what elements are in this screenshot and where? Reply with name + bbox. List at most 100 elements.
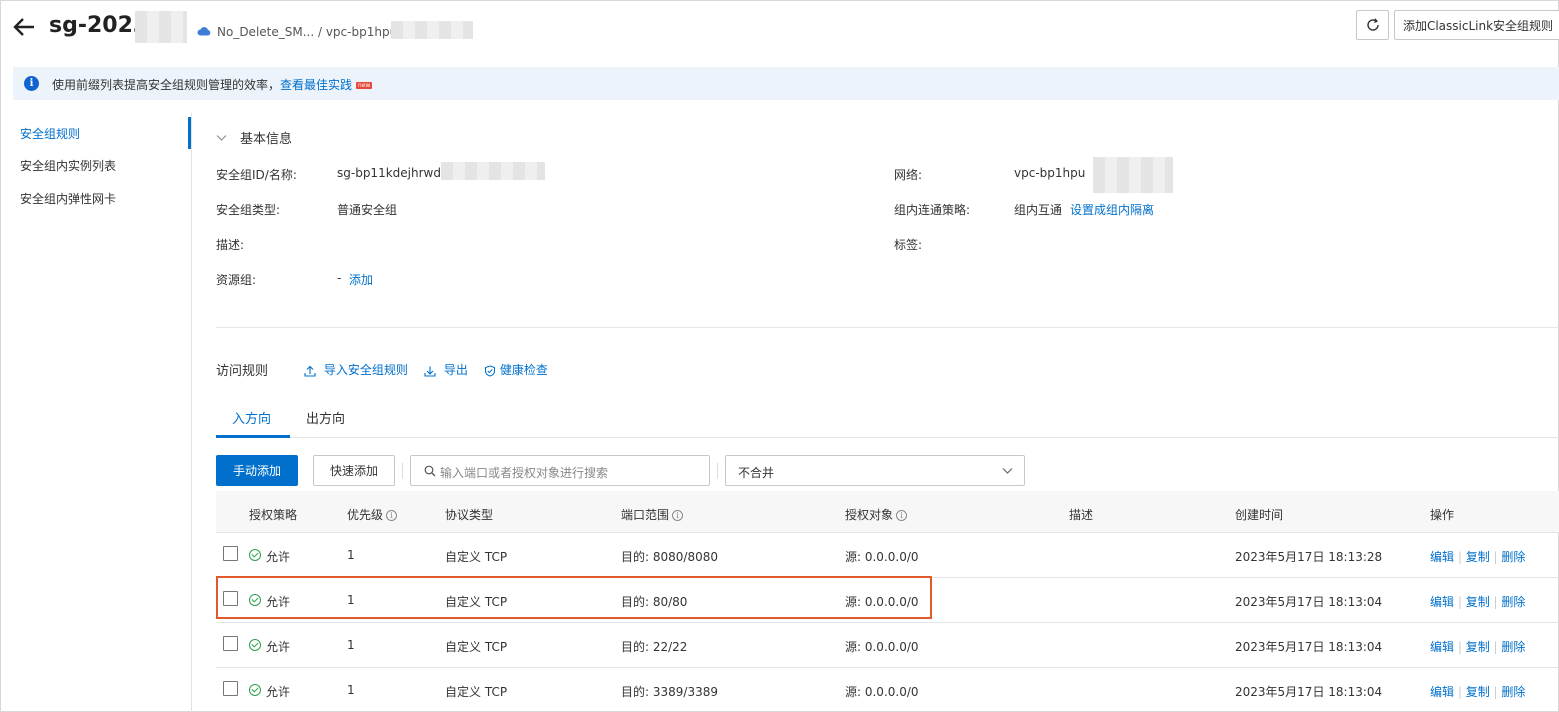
connectivity-policy-value: 组内互通 bbox=[1014, 203, 1063, 217]
column-header-created: 创建时间 bbox=[1235, 508, 1284, 522]
section-divider bbox=[216, 327, 1559, 328]
column-header-port-label: 端口范围 bbox=[621, 508, 670, 522]
network-label: 网络: bbox=[894, 168, 923, 182]
import-rules-link[interactable]: 导入安全组规则 bbox=[304, 361, 408, 378]
column-header-priority-label: 优先级 bbox=[347, 508, 384, 522]
sg-id-value: sg-bp11kdejhrwdib bbox=[337, 166, 452, 180]
row-protocol: 自定义 TCP bbox=[445, 685, 508, 699]
edit-link[interactable]: 编辑 bbox=[1430, 685, 1454, 699]
health-check-link[interactable]: 健康检查 bbox=[484, 361, 548, 378]
notice-message: 使用前缀列表提高安全组规则管理的效率， bbox=[52, 78, 281, 92]
health-check-label: 健康检查 bbox=[499, 363, 548, 377]
redacted-block bbox=[135, 11, 187, 43]
sg-id-label: 安全组ID/名称: bbox=[216, 168, 297, 182]
notice-text: 使用前缀列表提高安全组规则管理的效率，查看最佳实践 new bbox=[52, 76, 373, 93]
search-placeholder: 输入端口或者授权对象进行搜索 bbox=[440, 466, 609, 480]
info-icon[interactable]: i bbox=[672, 510, 684, 521]
vpc-breadcrumb[interactable]: No_Delete_SM... / vpc-bp1hpu2 bbox=[217, 25, 405, 39]
page-title: sg-2023 bbox=[49, 13, 149, 38]
row-port: 目的: 8080/8080 bbox=[621, 550, 718, 564]
row-protocol: 自定义 TCP bbox=[445, 550, 508, 564]
column-header-source: 授权对象 i bbox=[845, 506, 908, 523]
row-priority: 1 bbox=[347, 638, 355, 652]
copy-link[interactable]: 复制 bbox=[1466, 640, 1490, 654]
redacted-block bbox=[1093, 157, 1173, 193]
resource-group-add-link[interactable]: 添加 bbox=[349, 271, 373, 288]
sidebar-item-enis[interactable]: 安全组内弹性网卡 bbox=[20, 190, 116, 207]
search-input-box[interactable]: 输入端口或者授权对象进行搜索 bbox=[410, 455, 710, 486]
delete-link[interactable]: 删除 bbox=[1501, 550, 1525, 564]
sidebar-divider bbox=[191, 113, 192, 712]
shield-check-icon bbox=[485, 364, 495, 377]
edit-link[interactable]: 编辑 bbox=[1430, 640, 1454, 654]
delete-link[interactable]: 删除 bbox=[1501, 685, 1525, 699]
description-label: 描述: bbox=[216, 238, 245, 252]
row-created: 2023年5月17日 18:13:04 bbox=[1235, 640, 1383, 654]
set-isolation-link[interactable]: 设置成组内隔离 bbox=[1070, 201, 1154, 218]
resource-group-label: 资源组: bbox=[216, 273, 257, 287]
table-row: 允许 1 自定义 TCP 目的: 8080/8080 源: 0.0.0.0/0 … bbox=[216, 533, 1558, 578]
redacted-block bbox=[391, 21, 473, 39]
row-created: 2023年5月17日 18:13:04 bbox=[1235, 595, 1383, 609]
import-rules-label: 导入安全组规则 bbox=[323, 363, 408, 377]
edit-link[interactable]: 编辑 bbox=[1430, 550, 1454, 564]
table-row: 允许 1 自定义 TCP 目的: 22/22 源: 0.0.0.0/0 2023… bbox=[216, 623, 1558, 668]
sg-type-value: 普通安全组 bbox=[337, 203, 398, 217]
basic-info-title: 基本信息 bbox=[240, 132, 293, 147]
resource-group-value: - bbox=[337, 271, 342, 285]
row-checkbox[interactable] bbox=[223, 681, 238, 696]
sidebar-item-instances[interactable]: 安全组内实例列表 bbox=[20, 157, 116, 174]
tags-label: 标签: bbox=[894, 238, 923, 252]
redacted-block bbox=[441, 162, 545, 180]
delete-link[interactable]: 删除 bbox=[1501, 595, 1525, 609]
toolbar-divider bbox=[402, 463, 403, 479]
export-link[interactable]: 导出 bbox=[424, 361, 468, 378]
copy-link[interactable]: 复制 bbox=[1466, 550, 1490, 564]
row-priority: 1 bbox=[347, 683, 355, 697]
copy-link[interactable]: 复制 bbox=[1466, 595, 1490, 609]
delete-link[interactable]: 删除 bbox=[1501, 640, 1525, 654]
copy-link[interactable]: 复制 bbox=[1466, 685, 1490, 699]
column-header-port: 端口范围 i bbox=[621, 506, 684, 523]
row-policy: 允许 bbox=[266, 550, 291, 564]
sidebar-item-security-rules[interactable]: 安全组规则 bbox=[20, 125, 80, 142]
quick-add-button[interactable]: 快速添加 bbox=[313, 455, 395, 486]
download-icon bbox=[424, 366, 436, 377]
row-port: 目的: 3389/3389 bbox=[621, 685, 718, 699]
notice-bar: i 使用前缀列表提高安全组规则管理的效率，查看最佳实践 new bbox=[13, 67, 1559, 100]
row-created: 2023年5月17日 18:13:28 bbox=[1235, 550, 1383, 564]
merge-select[interactable]: 不合并 bbox=[725, 455, 1025, 486]
row-policy: 允许 bbox=[266, 640, 291, 654]
row-priority: 1 bbox=[347, 548, 355, 562]
network-value[interactable]: vpc-bp1hpu bbox=[1014, 166, 1085, 180]
tabs-baseline bbox=[216, 437, 1559, 438]
column-header-source-label: 授权对象 bbox=[845, 508, 894, 522]
new-badge: new bbox=[355, 82, 373, 89]
search-icon bbox=[424, 465, 436, 477]
row-policy: 允许 bbox=[266, 685, 291, 699]
column-header-actions: 操作 bbox=[1430, 508, 1455, 522]
row-source: 源: 0.0.0.0/0 bbox=[845, 685, 919, 699]
tab-inbound[interactable]: 入方向 bbox=[232, 408, 271, 427]
info-icon[interactable]: i bbox=[386, 510, 398, 521]
row-checkbox[interactable] bbox=[223, 636, 238, 651]
refresh-icon bbox=[1366, 18, 1379, 31]
toolbar-divider bbox=[717, 463, 718, 479]
info-icon[interactable]: i bbox=[896, 510, 908, 521]
add-classiclink-rule-button[interactable]: 添加ClassicLink安全组规则 bbox=[1394, 10, 1559, 40]
sg-type-label: 安全组类型: bbox=[216, 203, 281, 217]
best-practice-link[interactable]: 查看最佳实践 bbox=[280, 78, 352, 92]
back-arrow-icon[interactable] bbox=[12, 15, 36, 39]
collapse-chevron-icon[interactable] bbox=[216, 131, 227, 145]
manual-add-button[interactable]: 手动添加 bbox=[216, 455, 298, 486]
export-label: 导出 bbox=[443, 363, 468, 377]
refresh-button[interactable] bbox=[1356, 10, 1389, 40]
row-created: 2023年5月17日 18:13:04 bbox=[1235, 685, 1383, 699]
column-header-policy: 授权策略 bbox=[249, 508, 298, 522]
edit-link[interactable]: 编辑 bbox=[1430, 595, 1454, 609]
row-checkbox[interactable] bbox=[223, 546, 238, 561]
column-header-priority: 优先级 i bbox=[347, 506, 398, 523]
tab-outbound[interactable]: 出方向 bbox=[306, 408, 345, 427]
cloud-icon bbox=[197, 25, 211, 39]
row-protocol: 自定义 TCP bbox=[445, 640, 508, 654]
